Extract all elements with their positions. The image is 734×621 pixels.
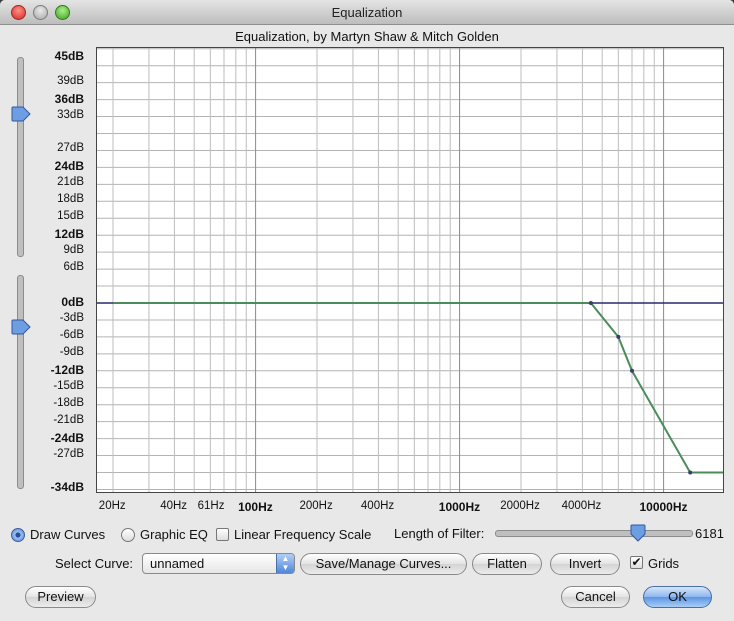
dialog-subtitle: Equalization, by Martyn Shaw & Mitch Gol… — [235, 29, 499, 44]
min-db-slider-thumb[interactable] — [11, 319, 31, 335]
y-axis-tick-label: 6dB — [63, 261, 84, 274]
y-axis-tick-label: 45dB — [54, 49, 84, 63]
curve-control-point[interactable] — [629, 368, 634, 373]
x-axis-tick-label: 100Hz — [238, 500, 273, 514]
save-manage-curves-button[interactable]: Save/Manage Curves... — [300, 553, 467, 575]
length-of-filter-slider-thumb[interactable] — [630, 524, 646, 542]
linear-frequency-scale-checkbox[interactable] — [216, 528, 229, 541]
y-axis-tick-label: 36dB — [54, 91, 84, 106]
x-axis-tick-label: 2000Hz — [500, 500, 540, 512]
max-db-slider-track[interactable] — [17, 57, 24, 257]
title-bar[interactable]: Equalization — [0, 0, 734, 25]
min-db-slider-track[interactable] — [17, 275, 24, 489]
equalization-window: Equalization Equalization, by Martyn Sha… — [0, 0, 734, 621]
up-down-arrows-icon: ▲ ▼ — [276, 554, 294, 573]
curve-control-point[interactable] — [688, 470, 693, 475]
select-curve-dropdown[interactable]: unnamed ▲ ▼ — [142, 553, 295, 574]
x-axis-tick-label: 200Hz — [299, 500, 333, 512]
y-axis-tick-label: 27dB — [57, 142, 84, 155]
eq-curve-plot[interactable] — [96, 47, 724, 493]
x-axis-tick-label: 4000Hz — [561, 500, 602, 512]
curve-control-point[interactable] — [588, 301, 593, 305]
y-axis-tick-label: -3dB — [59, 311, 84, 324]
cancel-button[interactable]: Cancel — [561, 586, 630, 608]
y-axis-tick-label: -27dB — [53, 447, 84, 460]
y-axis-tick-label: 12dB — [54, 227, 84, 242]
grids-checkbox[interactable]: ✔ — [630, 556, 643, 569]
length-of-filter-value: 6181 — [695, 526, 724, 541]
x-axis-tick-label: 20Hz — [98, 500, 126, 512]
select-curve-label: Select Curve: — [55, 556, 134, 571]
y-axis-tick-label: 33dB — [57, 108, 84, 121]
y-axis-tick-label: -15dB — [53, 379, 84, 392]
y-axis-tick-label: -9dB — [59, 345, 84, 358]
x-axis-tick-label: 10000Hz — [639, 500, 688, 514]
checkmark-icon: ✔ — [631, 555, 642, 569]
y-axis-tick-label: -34dB — [50, 480, 84, 494]
length-of-filter-slider-track[interactable] — [495, 530, 693, 537]
y-axis-tick-label: -18dB — [53, 396, 84, 409]
y-axis-tick-label: 24dB — [54, 159, 84, 174]
linear-frequency-scale-label[interactable]: Linear Frequency Scale — [234, 527, 371, 542]
y-axis-tick-label: 9dB — [63, 244, 84, 257]
ok-button[interactable]: OK — [643, 586, 712, 608]
y-axis-tick-label: 39dB — [57, 74, 84, 87]
y-axis-tick-label: -6dB — [59, 328, 84, 341]
x-axis-tick-label: 61Hz — [197, 500, 225, 512]
grids-label[interactable]: Grids — [648, 556, 679, 571]
select-curve-value: unnamed — [150, 556, 205, 571]
max-db-slider-thumb[interactable] — [11, 106, 31, 122]
y-axis-tick-label: 21dB — [57, 176, 84, 189]
y-axis-tick-label: -12dB — [50, 362, 84, 377]
graphic-eq-radio[interactable] — [121, 528, 135, 542]
invert-button[interactable]: Invert — [550, 553, 620, 575]
y-axis-tick-label: -24dB — [50, 430, 84, 445]
flatten-button[interactable]: Flatten — [472, 553, 542, 575]
window-title: Equalization — [331, 5, 403, 20]
graphic-eq-label[interactable]: Graphic EQ — [140, 527, 208, 542]
y-axis-tick-label: -21dB — [53, 413, 84, 426]
x-axis-tick-label: 400Hz — [360, 500, 395, 512]
y-axis-tick-label: 18dB — [57, 193, 84, 206]
x-axis-tick-label: 1000Hz — [438, 500, 481, 514]
length-of-filter-label: Length of Filter: — [394, 526, 485, 541]
y-axis-tick-label: 0dB — [61, 295, 84, 309]
draw-curves-radio[interactable] — [11, 528, 25, 542]
curve-control-point[interactable] — [616, 334, 621, 339]
preview-button[interactable]: Preview — [25, 586, 96, 608]
draw-curves-label[interactable]: Draw Curves — [30, 527, 105, 542]
y-axis-tick-label: 15dB — [57, 210, 84, 223]
x-axis-tick-label: 40Hz — [160, 500, 188, 512]
